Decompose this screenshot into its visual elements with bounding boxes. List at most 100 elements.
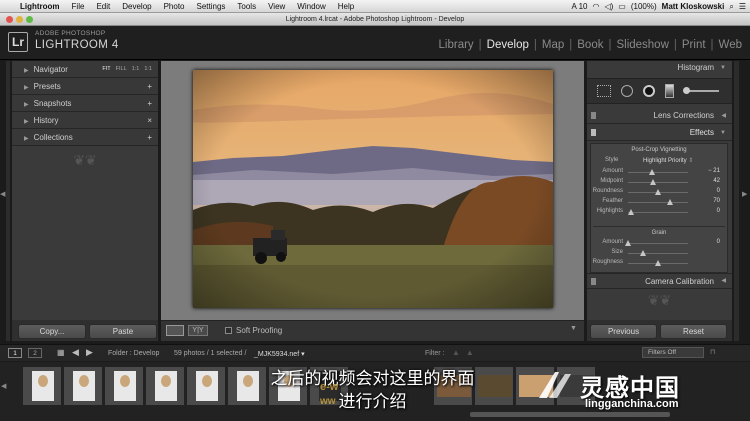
zoom-fill[interactable]: FILL <box>116 66 127 72</box>
vignette-slider-track[interactable] <box>628 172 688 173</box>
menu-settings[interactable]: Settings <box>191 2 232 11</box>
history-header[interactable]: ▶ History × <box>12 112 158 129</box>
zoom-custom[interactable]: 1:1 <box>144 66 152 72</box>
clear-history-button[interactable]: × <box>147 116 152 125</box>
vignette-slider-value[interactable]: 0 <box>717 208 720 214</box>
vignette-style-select[interactable]: Highlight Priority ⇕ <box>643 157 693 164</box>
lens-corrections-toggle[interactable] <box>591 112 596 119</box>
module-web[interactable]: Web <box>719 39 742 51</box>
vignette-slider-roundness[interactable]: Roundness 0 <box>591 188 726 198</box>
presets-header[interactable]: ▶ Presets + <box>12 78 158 95</box>
add-preset-button[interactable]: + <box>147 82 152 91</box>
collections-header[interactable]: ▶ Collections + <box>12 129 158 146</box>
filmstrip-lock-icon[interactable]: ⊓ <box>710 348 715 356</box>
vignette-slider-value[interactable]: 70 <box>713 198 720 204</box>
current-filename[interactable]: _MJK5934.nef ▾ <box>254 350 305 358</box>
module-develop[interactable]: Develop <box>487 39 529 51</box>
previous-button[interactable]: Previous <box>590 324 657 339</box>
navigator-header[interactable]: ▶ Navigator FIT FILL 1:1 1:1 <box>12 61 158 78</box>
wifi-icon[interactable]: ◠ <box>592 2 599 11</box>
filmstrip-thumbnail[interactable] <box>145 366 185 406</box>
effects-collapse-icon[interactable]: ▼ <box>720 125 726 141</box>
module-print[interactable]: Print <box>682 39 706 51</box>
toolbar-menu-icon[interactable]: ▼ <box>570 325 577 332</box>
filmstrip-left-arrow[interactable]: ◀ <box>1 382 6 390</box>
menu-help[interactable]: Help <box>332 2 360 11</box>
folder-source[interactable]: Folder : Develop <box>108 350 159 357</box>
paste-settings-button[interactable]: Paste <box>89 324 157 339</box>
vignette-slider-value[interactable]: 42 <box>713 178 720 184</box>
vignette-slider-midpoint[interactable]: Midpoint 42 <box>591 178 726 188</box>
adjustment-brush-tool-icon[interactable] <box>685 90 719 92</box>
close-window-button[interactable] <box>6 16 13 23</box>
lens-corrections-expand-icon[interactable]: ◀ <box>721 108 726 124</box>
effects-toggle[interactable] <box>591 129 596 136</box>
histogram-collapse-icon[interactable]: ▼ <box>720 61 726 75</box>
battery-icon[interactable]: ▭ <box>618 2 626 11</box>
vignette-slider-track[interactable] <box>628 182 688 183</box>
histogram-header[interactable]: Histogram ▼ <box>587 61 732 75</box>
vignette-slider-value[interactable]: − 21 <box>708 168 720 174</box>
loupe-view-button[interactable] <box>166 325 184 336</box>
grain-slider-knob[interactable] <box>625 240 631 246</box>
main-screen-button[interactable]: 1 <box>8 348 22 358</box>
before-after-view-button[interactable]: Y|Y <box>188 325 208 336</box>
menu-photo[interactable]: Photo <box>158 2 191 11</box>
photo-landscape[interactable] <box>193 70 553 308</box>
filmstrip-thumbnail[interactable] <box>186 366 226 406</box>
camera-calibration-expand-icon[interactable]: ◀ <box>721 274 726 289</box>
grain-slider-amount[interactable]: Amount 0 <box>591 239 726 249</box>
effects-header[interactable]: Effects ▼ <box>587 125 732 141</box>
grain-slider-track[interactable] <box>628 243 688 244</box>
vignette-slider-knob[interactable] <box>655 189 661 195</box>
volume-icon[interactable]: ◁) <box>604 2 613 11</box>
grain-slider-value[interactable]: 0 <box>717 239 720 245</box>
filmstrip-thumbnail[interactable] <box>104 366 144 406</box>
module-book[interactable]: Book <box>577 39 603 51</box>
menu-app-lightroom[interactable]: Lightroom <box>14 2 66 11</box>
snapshots-header[interactable]: ▶ Snapshots + <box>12 95 158 112</box>
right-panel-edge-arrow[interactable]: ▶ <box>742 190 747 198</box>
filmstrip-thumbnail[interactable] <box>22 366 62 406</box>
vignette-slider-knob[interactable] <box>667 199 673 205</box>
reset-button[interactable]: Reset <box>660 324 727 339</box>
vignette-slider-amount[interactable]: Amount − 21 <box>591 168 726 178</box>
menu-window[interactable]: Window <box>291 2 331 11</box>
adobe-menulet[interactable]: A 10 <box>571 2 587 11</box>
crop-tool-icon[interactable] <box>597 85 611 97</box>
spotlight-icon[interactable]: ⌕ <box>729 2 733 12</box>
grain-slider-knob[interactable] <box>640 250 646 256</box>
filters-off-select[interactable]: Filters Off <box>642 347 704 358</box>
vignette-slider-track[interactable] <box>628 202 688 203</box>
vignette-slider-knob[interactable] <box>649 169 655 175</box>
zoom-fit[interactable]: FIT <box>102 66 110 72</box>
list-icon[interactable]: ☰ <box>739 2 746 11</box>
add-snapshot-button[interactable]: + <box>147 99 152 108</box>
grain-slider-track[interactable] <box>628 253 688 254</box>
grain-slider-size[interactable]: Size <box>591 249 726 259</box>
vignette-slider-value[interactable]: 0 <box>717 188 720 194</box>
module-map[interactable]: Map <box>542 39 564 51</box>
menu-develop[interactable]: Develop <box>116 2 157 11</box>
graduated-filter-tool-icon[interactable] <box>665 84 674 98</box>
copy-settings-button[interactable]: Copy... <box>18 324 86 339</box>
vignette-slider-knob[interactable] <box>650 179 657 185</box>
vignette-slider-feather[interactable]: Feather 70 <box>591 198 726 208</box>
grid-view-icon[interactable]: ▦ <box>57 348 65 357</box>
grain-slider-roughness[interactable]: Roughness <box>591 259 726 269</box>
right-panel-scrollbar[interactable] <box>734 61 739 341</box>
back-arrow-icon[interactable]: ◀ <box>72 347 79 358</box>
vignette-slider-knob[interactable] <box>628 209 634 215</box>
add-collection-button[interactable]: + <box>147 133 152 142</box>
vignette-slider-highlights[interactable]: Highlights 0 <box>591 208 726 218</box>
user-name[interactable]: Matt Kloskowski <box>662 2 725 11</box>
vignette-slider-track[interactable] <box>628 212 688 213</box>
module-slideshow[interactable]: Slideshow <box>616 39 668 51</box>
lens-corrections-header[interactable]: Lens Corrections ◀ <box>587 108 732 124</box>
menu-view[interactable]: View <box>262 2 291 11</box>
soft-proofing-checkbox[interactable] <box>225 327 232 334</box>
grain-slider-knob[interactable] <box>655 260 661 266</box>
camera-calibration-header[interactable]: Camera Calibration ◀ <box>587 273 732 289</box>
spot-removal-tool-icon[interactable] <box>621 85 633 97</box>
zoom-1-1[interactable]: 1:1 <box>132 66 140 72</box>
